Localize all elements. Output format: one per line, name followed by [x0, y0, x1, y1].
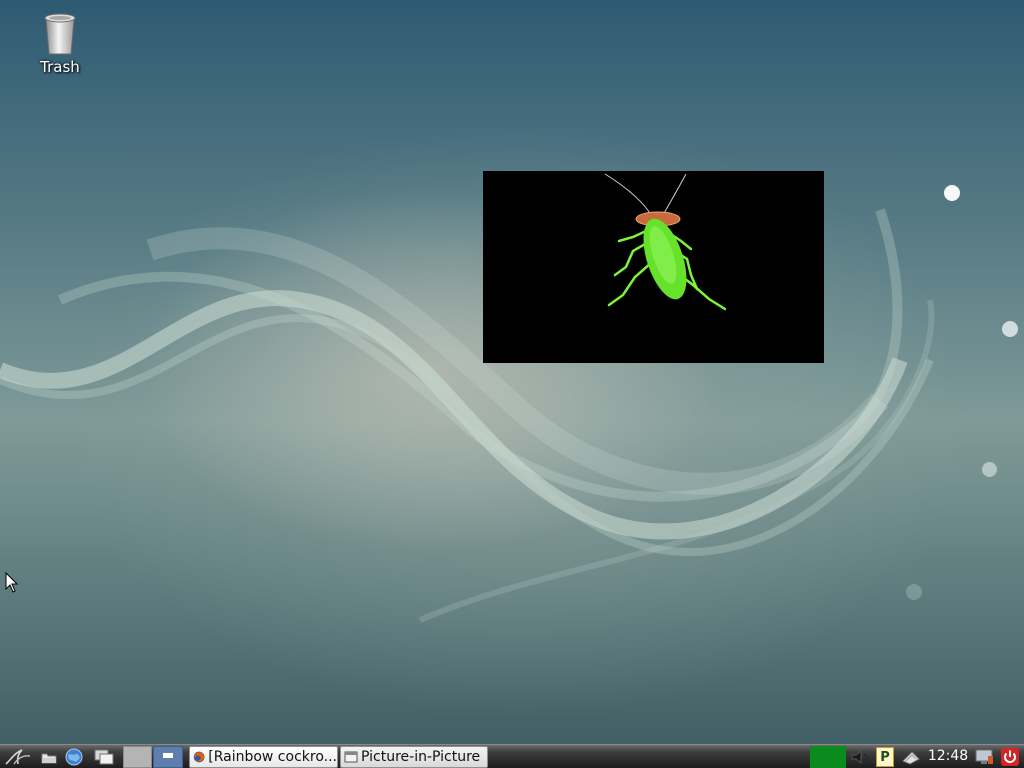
taskbar-task-label: Picture-in-Picture	[361, 749, 481, 765]
desktop-icon-trash[interactable]: Trash	[30, 12, 90, 76]
wallpaper-orb	[1002, 321, 1018, 337]
desktop-icon-label: Trash	[40, 58, 80, 76]
screen-icon	[975, 749, 993, 764]
workspace-1-button[interactable]	[123, 746, 152, 768]
file-manager-launcher[interactable]	[38, 746, 60, 768]
menu-logo-icon	[5, 749, 31, 765]
web-browser-icon	[65, 748, 83, 766]
window-icon	[344, 751, 358, 763]
firefox-icon	[193, 751, 205, 763]
cpu-monitor[interactable]	[810, 746, 846, 768]
show-desktop-button[interactable]	[90, 746, 118, 768]
show-desktop-icon	[94, 749, 114, 765]
picture-in-picture-window[interactable]	[483, 171, 824, 363]
volume-button[interactable]	[848, 746, 872, 768]
p-indicator-icon: P	[876, 747, 894, 767]
power-icon	[1001, 748, 1019, 766]
wallpaper-orb	[906, 584, 922, 600]
file-manager-icon	[41, 753, 57, 764]
cockroach-video-frame	[604, 173, 727, 311]
wallpaper-orb	[944, 185, 960, 201]
workspace-2-icon	[163, 752, 173, 758]
screen-button[interactable]	[972, 746, 996, 768]
web-browser-launcher[interactable]	[62, 746, 86, 768]
volume-icon	[851, 749, 870, 765]
taskbar: [Rainbow cockro... Picture-in-Picture P …	[0, 744, 1024, 768]
trash-icon	[44, 13, 76, 55]
wallpaper-orb	[982, 462, 997, 477]
workspace-2-button[interactable]	[153, 746, 183, 768]
taskbar-task-label: [Rainbow cockro...	[208, 749, 337, 765]
application-menu-button[interactable]	[2, 746, 34, 768]
mouse-pointer-icon	[5, 572, 19, 593]
network-icon	[902, 751, 920, 765]
taskbar-task-firefox[interactable]: [Rainbow cockro...	[189, 746, 338, 768]
taskbar-task-picture-in-picture[interactable]: Picture-in-Picture	[340, 746, 488, 768]
clock[interactable]: 12:48	[926, 748, 970, 764]
wallpaper	[0, 208, 935, 623]
power-button[interactable]	[998, 746, 1022, 768]
p-indicator-button[interactable]: P	[874, 746, 896, 768]
network-button[interactable]	[898, 746, 924, 768]
